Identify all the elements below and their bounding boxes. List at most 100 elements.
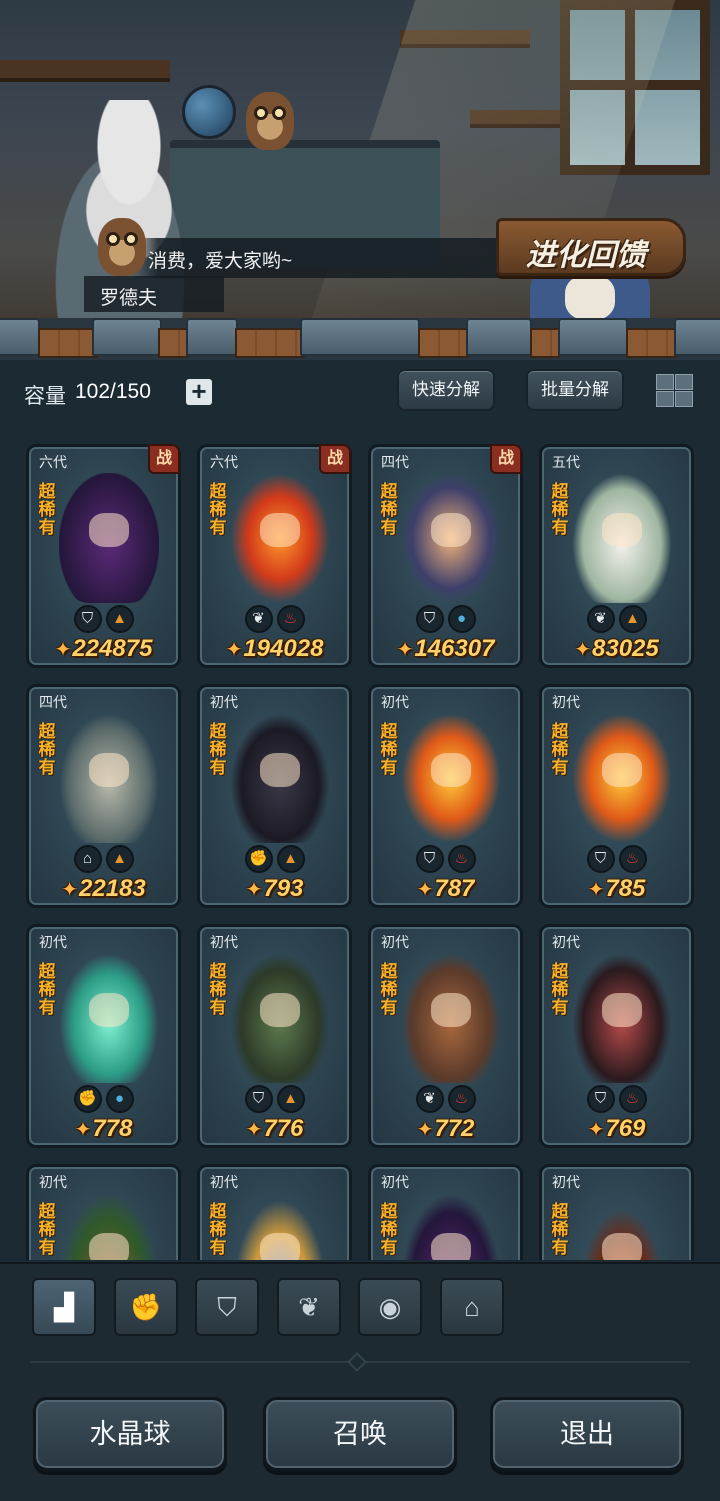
- pet-card[interactable]: 六代 超稀有战 ⛉ ▲ ✦224875: [26, 444, 181, 668]
- pet-portrait: [572, 713, 672, 843]
- pet-card[interactable]: 五代 超稀有 ❦ ▲ ✦83025: [539, 444, 694, 668]
- power-icon: ✦: [396, 639, 414, 661]
- pet-card[interactable]: 初代 超稀有: [197, 1164, 352, 1260]
- pet-portrait: [572, 473, 672, 603]
- power-value: ✦772: [371, 1115, 520, 1143]
- fist-icon: ✊: [73, 1085, 102, 1113]
- evolve-reward-button[interactable]: 进化回馈: [496, 218, 686, 276]
- pet-card[interactable]: 四代 超稀有战 ⛉ ● ✦146307: [368, 444, 523, 668]
- generation-label: 五代: [552, 454, 580, 470]
- rarity-label: 超稀有: [551, 722, 569, 777]
- exit-button[interactable]: 退出: [490, 1397, 684, 1471]
- pet-card[interactable]: 四代 超稀有 ⌂ ▲ ✦22183: [26, 684, 181, 908]
- power-icon: ✦: [61, 879, 78, 901]
- in-battle-badge: 战: [148, 444, 180, 474]
- power-value: ✦793: [200, 875, 349, 903]
- power-number: 778: [92, 1115, 133, 1142]
- fire-icon: ♨: [276, 605, 305, 633]
- in-battle-badge: 战: [319, 444, 351, 474]
- power-icon: ✦: [74, 1119, 92, 1141]
- pet-portrait: [401, 953, 501, 1083]
- generation-label: 初代: [381, 694, 409, 710]
- batch-decompose-button[interactable]: 批量分解: [526, 369, 624, 411]
- shield-icon: ⛉: [586, 1085, 615, 1113]
- pet-card[interactable]: 六代 超稀有战 ❦ ♨ ✦194028: [197, 444, 352, 668]
- shield-icon: ⛉: [73, 605, 102, 633]
- attribute-badges: ❦ ♨: [200, 605, 349, 635]
- grid-icon[interactable]: [654, 372, 694, 408]
- power-number: 83025: [592, 635, 659, 662]
- power-number: 785: [605, 875, 646, 902]
- pet-card[interactable]: 初代 超稀有 ⛉ ♨ ✦769: [539, 924, 694, 1148]
- pet-card[interactable]: 初代 超稀有 ⛉ ▲ ✦776: [197, 924, 352, 1148]
- filter-tab[interactable]: ▟: [32, 1278, 96, 1336]
- add-capacity-button[interactable]: +: [186, 378, 212, 405]
- attribute-badges: ⛉ ♨: [371, 845, 520, 875]
- earth-icon: ▲: [276, 845, 305, 873]
- pet-card[interactable]: 初代 超稀有: [26, 1164, 181, 1260]
- earth-icon: ▲: [105, 605, 134, 633]
- power-value: ✦778: [29, 1115, 178, 1143]
- shield-icon: ⛉: [415, 845, 444, 873]
- power-icon: ✦: [225, 639, 243, 661]
- fire-icon: ♨: [618, 845, 647, 873]
- attribute-badges: ❦ ▲: [542, 605, 691, 635]
- filter-tab[interactable]: ⛉: [195, 1278, 259, 1336]
- stone-divider: [0, 318, 720, 360]
- shield-icon: ⛉: [217, 1292, 237, 1322]
- pet-portrait: [59, 1193, 159, 1260]
- rarity-label: 超稀有: [209, 962, 227, 1017]
- evolve-reward-label: 进化回馈: [526, 239, 646, 272]
- pet-card[interactable]: 初代 超稀有 ⛉ ♨ ✦787: [368, 684, 523, 908]
- generation-label: 初代: [210, 1174, 238, 1190]
- pet-card[interactable]: 初代超稀有 ✊ ▲ ✦793: [197, 684, 352, 908]
- generation-label: 初代: [552, 694, 580, 710]
- rarity-label: 超稀有: [209, 1202, 227, 1257]
- generation-label: 初代: [210, 694, 238, 710]
- orb-icon: ◉: [378, 1292, 402, 1322]
- attribute-badges: ⛉ ▲: [29, 605, 178, 635]
- rarity-label: 超稀有: [38, 482, 56, 537]
- filter-tab[interactable]: ◉: [358, 1278, 422, 1336]
- rarity-label: 超稀有: [380, 482, 398, 537]
- pet-card[interactable]: 初代 超稀有: [539, 1164, 694, 1260]
- generation-label: 初代: [381, 1174, 409, 1190]
- filter-tab[interactable]: ❦: [277, 1278, 341, 1336]
- power-number: 787: [434, 875, 475, 902]
- attribute-badges: ✊ ▲: [200, 845, 349, 875]
- filter-tab[interactable]: ✊: [114, 1278, 178, 1336]
- quick-decompose-button[interactable]: 快速分解: [397, 369, 495, 411]
- pet-portrait: [230, 713, 330, 843]
- fire-icon: ♨: [618, 1085, 647, 1113]
- pet-card[interactable]: 初代 超稀有: [368, 1164, 523, 1260]
- shield-icon: ⛉: [244, 1085, 273, 1113]
- filter-tab[interactable]: ⌂: [440, 1278, 504, 1336]
- rarity-label: 超稀有: [38, 1202, 56, 1257]
- power-value: ✦83025: [542, 635, 691, 663]
- power-value: ✦146307: [371, 635, 520, 663]
- owl-character: [246, 92, 294, 150]
- leaf-icon: ❦: [586, 605, 615, 633]
- tower-icon: ⌂: [73, 845, 102, 873]
- pet-card[interactable]: 初代 超稀有 ❦ ♨ ✦772: [368, 924, 523, 1148]
- generation-label: 初代: [39, 934, 67, 950]
- sprout-icon: ❦: [298, 1292, 320, 1322]
- pet-portrait: [59, 713, 159, 843]
- pet-card-grid[interactable]: 六代 超稀有战 ⛉ ▲ ✦224875 六代 超稀有战 ❦ ♨ ✦194028 四代 超稀有战 ⛉ ● ✦1…: [0, 430, 720, 1260]
- bookshelf: [0, 60, 170, 82]
- attribute-badges: ✊ ●: [29, 1085, 178, 1115]
- power-number: 22183: [79, 875, 146, 902]
- generation-label: 四代: [381, 454, 409, 470]
- all-blocks-icon: ▟: [54, 1292, 74, 1322]
- crystal-ball-button[interactable]: 水晶球: [33, 1397, 227, 1471]
- power-value: ✦194028: [200, 635, 349, 663]
- pet-card[interactable]: 初代 超稀有 ✊ ● ✦778: [26, 924, 181, 1148]
- pet-card[interactable]: 初代 超稀有 ⛉ ♨ ✦785: [539, 684, 694, 908]
- rarity-label: 超稀有: [38, 722, 56, 777]
- pet-portrait: [401, 713, 501, 843]
- rarity-label: 超稀有: [209, 722, 227, 777]
- generation-label: 初代: [210, 934, 238, 950]
- power-icon: ✦: [245, 879, 263, 901]
- summon-button[interactable]: 召唤: [263, 1397, 457, 1471]
- earth-icon: ▲: [618, 605, 647, 633]
